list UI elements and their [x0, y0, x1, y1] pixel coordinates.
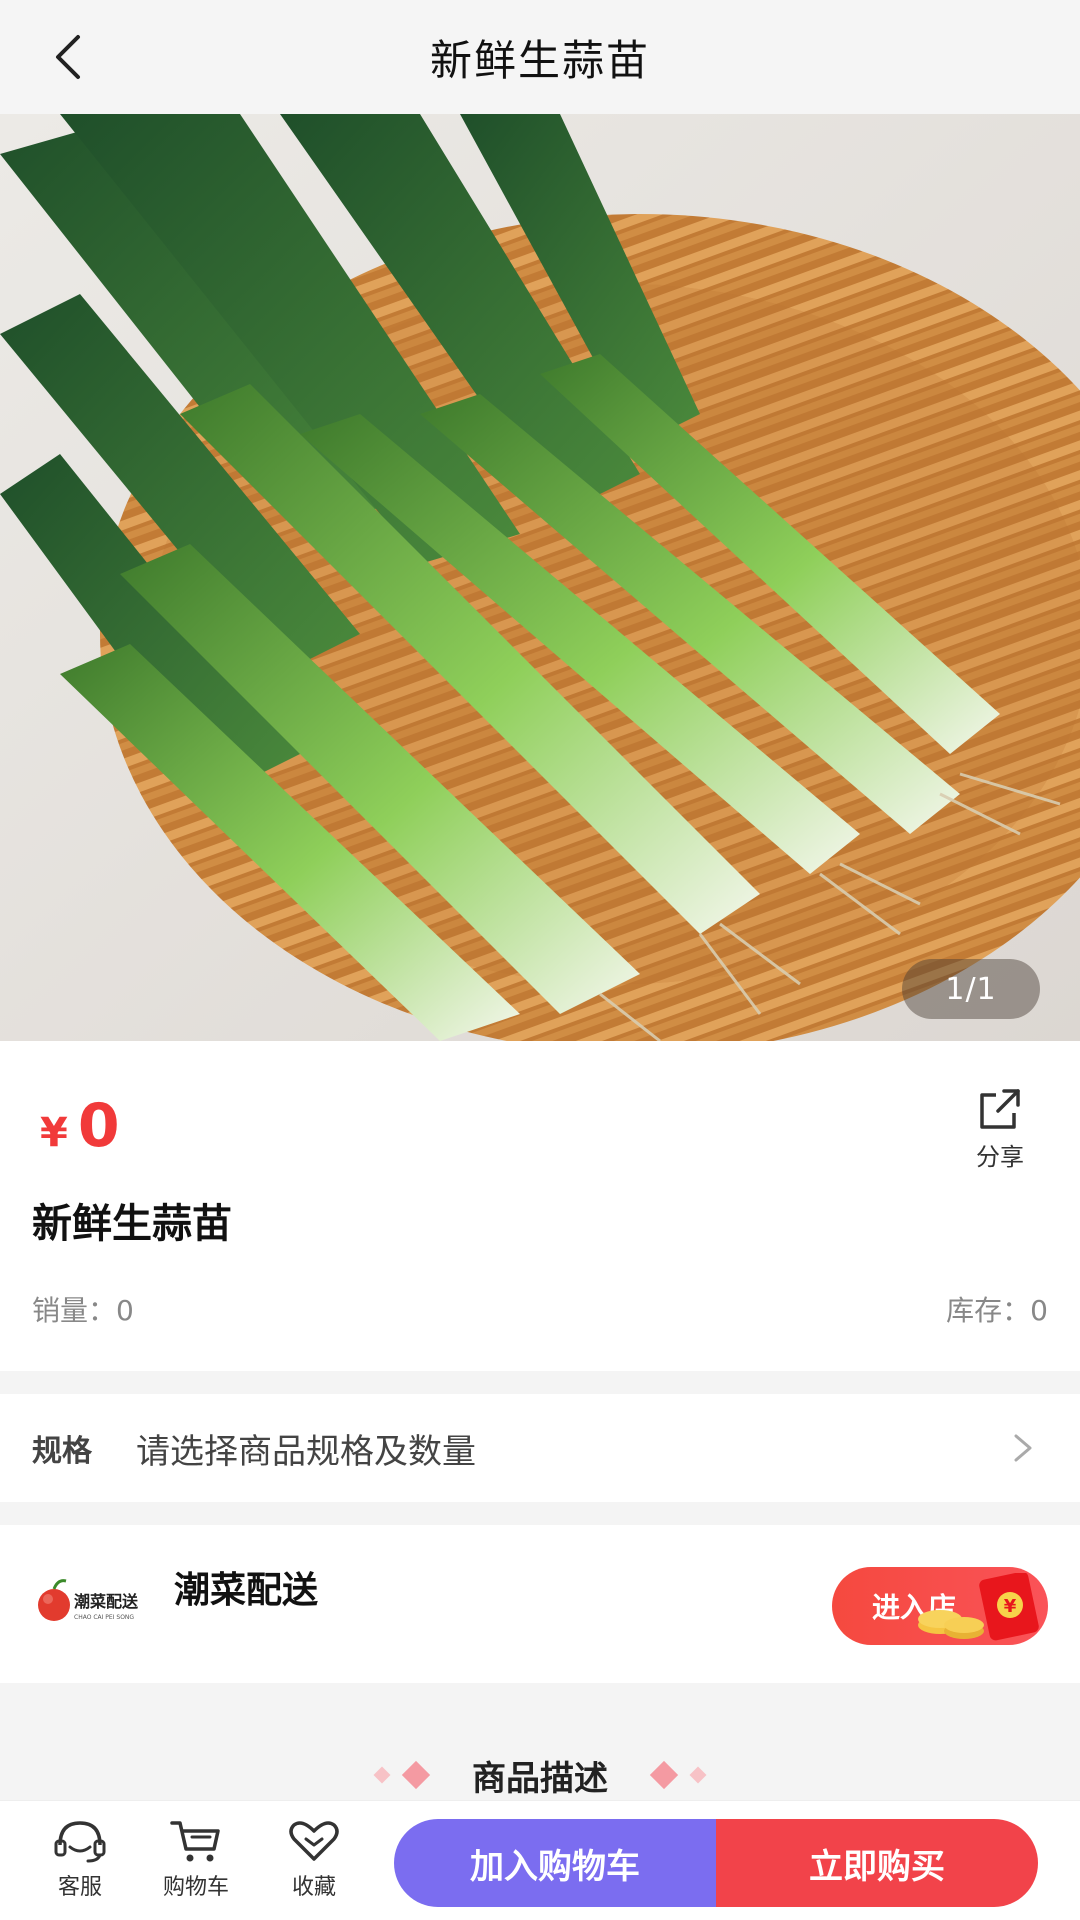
bottom-action-bar: 客服 购物车 收藏 加入购物车 立即购买: [0, 1800, 1080, 1920]
product-name: 新鲜生蒜苗: [32, 1201, 232, 1247]
cart-button[interactable]: 购物车: [146, 1817, 246, 1901]
product-photo: [0, 114, 1080, 1041]
enter-store-button[interactable]: 进入店 ¥: [832, 1567, 1048, 1645]
product-image-gallery[interactable]: 1/1: [0, 114, 1080, 1041]
spec-placeholder: 请选择商品规格及数量: [136, 1431, 476, 1472]
stock-count: 库存：0: [946, 1294, 1048, 1327]
price-amount: 0: [77, 1091, 120, 1161]
headset-icon: [54, 1821, 106, 1863]
diamond-decoration-icon: [373, 1760, 431, 1790]
svg-text:CHAO CAI PEI SONG: CHAO CAI PEI SONG: [74, 1614, 134, 1621]
back-button[interactable]: [38, 27, 98, 87]
price: ¥ 0: [40, 1091, 120, 1161]
share-icon: [980, 1089, 1020, 1129]
spec-label: 规格: [32, 1434, 92, 1469]
description-title: 商品描述: [472, 1758, 608, 1799]
favorite-button[interactable]: 收藏: [264, 1817, 364, 1901]
store-section: 潮菜配送 CHAO CAI PEI SONG 潮菜配送 进入店 ¥: [0, 1525, 1080, 1683]
svg-text:潮菜配送: 潮菜配送: [74, 1592, 139, 1611]
buy-now-button[interactable]: 立即购买: [716, 1819, 1038, 1907]
svg-text:¥: ¥: [1004, 1596, 1017, 1617]
cart-label: 购物车: [162, 1875, 229, 1900]
purchase-button-group: 加入购物车 立即购买: [394, 1819, 1038, 1907]
image-counter: 1/1: [902, 959, 1040, 1019]
favorite-label: 收藏: [291, 1875, 336, 1900]
share-button[interactable]: 分享: [964, 1089, 1036, 1172]
product-detail-page: 新鲜生蒜苗 1/1 ¥ 0 分享 新鲜生蒜苗 销量：0 库存：0 规格 请选择商…: [0, 0, 1080, 1920]
page-title: 新鲜生蒜苗: [429, 35, 650, 85]
cart-icon: [170, 1821, 220, 1862]
chevron-left-icon: [56, 35, 80, 79]
store-logo: 潮菜配送 CHAO CAI PEI SONG: [38, 1579, 139, 1621]
chevron-right-icon: [1014, 1434, 1032, 1462]
heart-icon: [289, 1821, 339, 1861]
diamond-decoration-icon: [649, 1760, 707, 1790]
header-bar: 新鲜生蒜苗: [0, 0, 1080, 114]
customer-service-button[interactable]: 客服: [30, 1817, 130, 1901]
spec-selector[interactable]: 规格 请选择商品规格及数量: [0, 1394, 1080, 1502]
customer-service-label: 客服: [57, 1875, 102, 1900]
store-name: 潮菜配送: [174, 1570, 319, 1611]
share-label: 分享: [976, 1143, 1024, 1171]
sales-count: 销量：0: [32, 1294, 134, 1327]
red-packet-coins-icon: ¥: [918, 1573, 1039, 1641]
currency-symbol: ¥: [40, 1110, 68, 1156]
product-info-card: ¥ 0 分享 新鲜生蒜苗 销量：0 库存：0: [0, 1041, 1080, 1371]
add-to-cart-button[interactable]: 加入购物车: [394, 1819, 716, 1907]
